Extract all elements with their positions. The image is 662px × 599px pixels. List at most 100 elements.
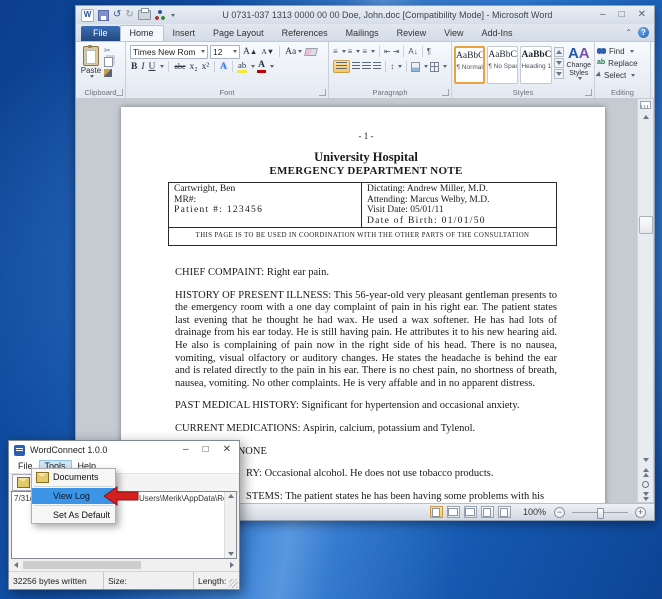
font-color-button[interactable]: A [257, 60, 266, 73]
print-layout-view-button[interactable] [430, 506, 443, 518]
subscript-button[interactable]: x₂ [189, 62, 199, 72]
scroll-down-icon[interactable] [639, 454, 652, 466]
style-no-spacing[interactable]: AaBbCcI ¶ No Spaci... [487, 46, 518, 84]
zoom-level[interactable]: 100% [523, 507, 546, 517]
align-right-icon[interactable] [362, 62, 370, 71]
bold-button[interactable]: B [130, 62, 138, 72]
increase-indent-icon[interactable]: ⇥ [393, 47, 400, 56]
highlight-caret-icon[interactable] [251, 65, 255, 68]
style-heading1[interactable]: AaBbC Heading 1 [520, 46, 551, 84]
zoom-slider-thumb[interactable] [597, 508, 604, 519]
zoom-in-button[interactable]: + [635, 507, 646, 518]
wc-close-button[interactable]: ✕ [223, 445, 231, 455]
print-icon[interactable] [138, 10, 151, 20]
multilevel-caret-icon[interactable] [371, 50, 375, 53]
format-painter-icon[interactable] [104, 69, 112, 77]
font-color-caret-icon[interactable] [270, 65, 274, 68]
paste-button[interactable]: Paste [78, 44, 104, 86]
wc-minimize-button[interactable]: – [183, 445, 189, 455]
minimize-ribbon-icon[interactable]: ⌃ [625, 28, 632, 37]
tab-page-layout[interactable]: Page Layout [204, 26, 273, 41]
styles-scroll-down-icon[interactable] [554, 58, 564, 68]
word-logo-icon[interactable]: W [81, 9, 94, 22]
align-left-button[interactable] [333, 60, 350, 73]
log-scroll-down-icon[interactable] [228, 552, 234, 556]
multilevel-list-icon[interactable]: ≡ [362, 47, 367, 56]
tab-references[interactable]: References [273, 26, 337, 41]
draft-view-button[interactable] [498, 506, 511, 518]
styles-scroll-up-icon[interactable] [554, 47, 564, 57]
log-scroll-up-icon[interactable] [228, 494, 234, 498]
decrease-indent-icon[interactable]: ⇤ [384, 47, 391, 56]
find-button[interactable]: Find [597, 45, 648, 57]
font-size-select[interactable]: 12 [210, 45, 240, 59]
copy-icon[interactable] [104, 57, 113, 67]
sort-icon[interactable]: A↓ [408, 47, 417, 56]
style-normal[interactable]: AaBbCcI ¶ Normal [454, 46, 485, 84]
undo-icon[interactable]: ↺ [113, 10, 121, 20]
font-name-select[interactable]: Times New Rom [130, 45, 208, 59]
bullets-icon[interactable]: ≡ [333, 47, 338, 56]
scrollbar-thumb[interactable] [639, 216, 653, 234]
change-styles-button[interactable]: AA Change Styles [566, 46, 592, 80]
shading-icon[interactable] [411, 62, 420, 72]
superscript-button[interactable]: x² [201, 62, 211, 72]
log-scroll-right-icon[interactable] [227, 562, 237, 568]
styles-gallery-more-icon[interactable] [554, 69, 564, 79]
replace-button[interactable]: ab Replace [597, 57, 648, 69]
paragraph-dialog-launcher-icon[interactable] [442, 89, 449, 96]
justify-icon[interactable] [373, 62, 381, 71]
log-horizontal-scrollbar[interactable] [11, 559, 237, 571]
align-center-icon[interactable] [352, 62, 360, 71]
change-case-button[interactable]: Aa [284, 47, 303, 57]
tab-review[interactable]: Review [388, 26, 436, 41]
numbering-icon[interactable]: ≡ [348, 47, 353, 56]
borders-caret-icon[interactable] [443, 65, 447, 68]
full-screen-reading-view-button[interactable] [447, 506, 460, 518]
maximize-button[interactable]: □ [619, 10, 625, 20]
tab-add-ins[interactable]: Add-Ins [473, 26, 522, 41]
scrollbar-track[interactable] [639, 123, 652, 454]
underline-caret-icon[interactable] [160, 65, 164, 68]
bullets-caret-icon[interactable] [342, 50, 346, 53]
tab-view[interactable]: View [435, 26, 472, 41]
menu-item-set-as-default[interactable]: Set As Default [32, 507, 115, 523]
outline-view-button[interactable] [481, 506, 494, 518]
document-scrollbar[interactable] [637, 99, 653, 502]
show-paragraph-marks-icon[interactable]: ¶ [427, 47, 431, 56]
log-vertical-scrollbar[interactable] [224, 492, 236, 558]
styles-dialog-launcher-icon[interactable] [585, 89, 592, 96]
line-spacing-caret-icon[interactable] [398, 65, 402, 68]
grow-font-button[interactable]: A▲ [242, 47, 258, 57]
tab-mailings[interactable]: Mailings [337, 26, 388, 41]
menu-item-documents[interactable]: Documents [32, 469, 115, 485]
select-button[interactable]: Select [597, 69, 648, 81]
highlight-button[interactable]: ab [237, 61, 247, 73]
cut-icon[interactable]: ✂ [104, 47, 113, 55]
shading-caret-icon[interactable] [424, 65, 428, 68]
close-button[interactable]: ✕ [638, 10, 646, 20]
save-icon[interactable] [98, 10, 109, 21]
scroll-up-icon[interactable] [639, 111, 652, 123]
previous-page-icon[interactable] [639, 466, 652, 478]
underline-button[interactable]: U [148, 62, 157, 72]
browse-object-icon[interactable] [639, 478, 652, 490]
font-dialog-launcher-icon[interactable] [319, 89, 326, 96]
tab-file[interactable]: File [81, 26, 120, 41]
help-icon[interactable]: ? [638, 27, 649, 38]
line-spacing-icon[interactable]: ↕ [390, 62, 394, 71]
log-scroll-left-icon[interactable] [11, 562, 21, 568]
italic-button[interactable]: I [140, 62, 145, 72]
numbering-caret-icon[interactable] [356, 50, 360, 53]
zoom-slider[interactable] [572, 512, 628, 513]
tab-insert[interactable]: Insert [164, 26, 205, 41]
redo-icon[interactable]: ↻ [125, 10, 133, 20]
resize-grip[interactable] [229, 579, 238, 588]
clear-formatting-icon[interactable] [304, 48, 318, 56]
next-page-icon[interactable] [639, 490, 652, 502]
shrink-font-button[interactable]: A▼ [260, 47, 275, 56]
zoom-out-button[interactable]: − [554, 507, 565, 518]
tab-home[interactable]: Home [120, 25, 164, 41]
strikethrough-button[interactable]: abc [173, 62, 186, 71]
borders-icon[interactable] [430, 62, 439, 72]
